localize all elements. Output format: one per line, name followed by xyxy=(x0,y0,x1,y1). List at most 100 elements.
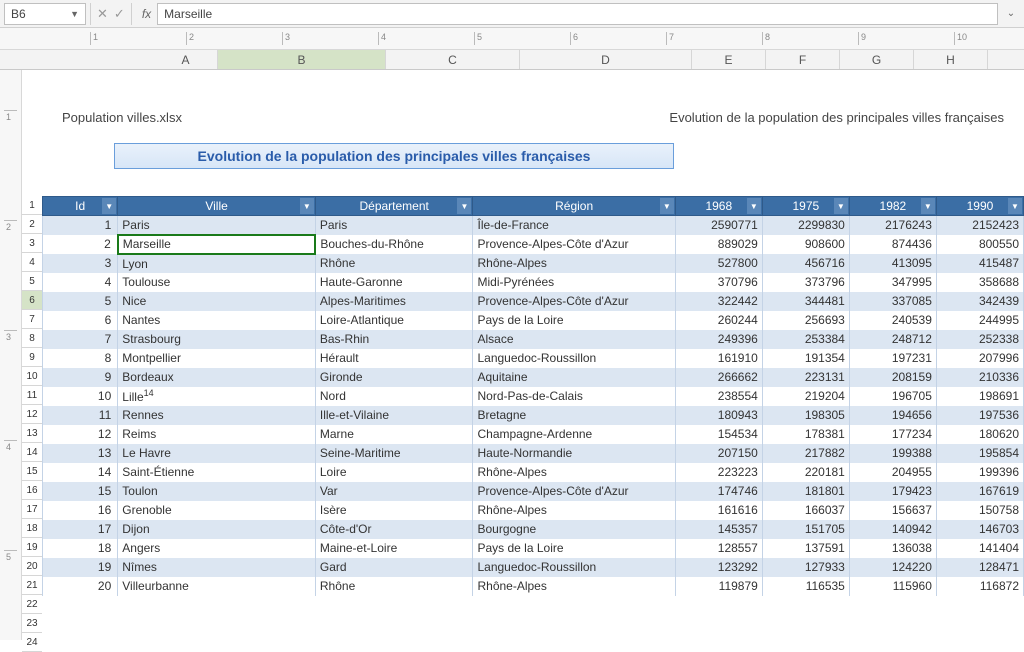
row-header[interactable]: 20 xyxy=(22,557,42,576)
table-cell[interactable]: 370796 xyxy=(675,273,762,292)
chevron-down-icon[interactable]: ▼ xyxy=(70,9,79,19)
table-cell[interactable]: 244995 xyxy=(936,311,1023,330)
table-cell[interactable]: Paris xyxy=(118,216,316,235)
column-header[interactable]: E xyxy=(692,50,766,69)
table-cell[interactable]: 217882 xyxy=(762,444,849,463)
table-cell[interactable]: 194656 xyxy=(849,406,936,425)
table-cell[interactable]: 191354 xyxy=(762,349,849,368)
row-header[interactable]: 5 xyxy=(22,272,42,291)
table-cell[interactable]: Bas-Rhin xyxy=(315,330,473,349)
expand-formula-icon[interactable]: ⌄ xyxy=(1002,8,1020,19)
table-cell[interactable]: 889029 xyxy=(675,235,762,254)
table-cell[interactable]: 19 xyxy=(43,558,118,577)
filter-dropdown-icon[interactable]: ▼ xyxy=(660,198,674,214)
table-cell[interactable]: 128557 xyxy=(675,539,762,558)
column-header[interactable]: D xyxy=(520,50,692,69)
column-header[interactable]: B xyxy=(218,50,386,69)
table-cell[interactable]: 266662 xyxy=(675,368,762,387)
table-cell[interactable]: 2299830 xyxy=(762,216,849,235)
table-cell[interactable]: Gard xyxy=(315,558,473,577)
table-cell[interactable]: Nord-Pas-de-Calais xyxy=(473,387,675,406)
table-cell[interactable]: 124220 xyxy=(849,558,936,577)
table-cell[interactable]: Gironde xyxy=(315,368,473,387)
table-cell[interactable]: Grenoble xyxy=(118,501,316,520)
table-cell[interactable]: 161616 xyxy=(675,501,762,520)
table-cell[interactable]: 199396 xyxy=(936,463,1023,482)
table-cell[interactable]: 141404 xyxy=(936,539,1023,558)
table-cell[interactable]: Aquitaine xyxy=(473,368,675,387)
column-header[interactable]: F xyxy=(766,50,840,69)
table-cell[interactable]: Provence-Alpes-Côte d'Azur xyxy=(473,292,675,311)
table-cell[interactable]: Rhône xyxy=(315,577,473,596)
table-cell[interactable]: 248712 xyxy=(849,330,936,349)
table-cell[interactable]: Nîmes xyxy=(118,558,316,577)
table-cell[interactable]: 207150 xyxy=(675,444,762,463)
table-cell[interactable]: 150758 xyxy=(936,501,1023,520)
table-cell[interactable]: Hérault xyxy=(315,349,473,368)
table-cell[interactable]: Dijon xyxy=(118,520,316,539)
table-cell[interactable]: 119879 xyxy=(675,577,762,596)
table-cell[interactable]: 11 xyxy=(43,406,118,425)
row-header[interactable]: 7 xyxy=(22,310,42,329)
table-cell[interactable]: 210336 xyxy=(936,368,1023,387)
filter-dropdown-icon[interactable]: ▼ xyxy=(747,198,761,214)
table-row[interactable]: 13Le HavreSeine-MaritimeHaute-Normandie2… xyxy=(43,444,1024,463)
table-cell[interactable]: 181801 xyxy=(762,482,849,501)
table-cell[interactable]: 874436 xyxy=(849,235,936,254)
table-cell[interactable]: Le Havre xyxy=(118,444,316,463)
row-header[interactable]: 18 xyxy=(22,519,42,538)
column-header[interactable]: H xyxy=(914,50,988,69)
table-cell[interactable]: 20 xyxy=(43,577,118,596)
table-cell[interactable]: 342439 xyxy=(936,292,1023,311)
table-cell[interactable]: 253384 xyxy=(762,330,849,349)
table-cell[interactable]: Angers xyxy=(118,539,316,558)
table-row[interactable]: 19NîmesGardLanguedoc-Roussillon123292127… xyxy=(43,558,1024,577)
filter-dropdown-icon[interactable]: ▼ xyxy=(102,198,116,214)
table-row[interactable]: 4ToulouseHaute-GaronneMidi-Pyrénées37079… xyxy=(43,273,1024,292)
table-cell[interactable]: 14 xyxy=(43,463,118,482)
table-cell[interactable]: 167619 xyxy=(936,482,1023,501)
row-header[interactable]: 17 xyxy=(22,500,42,519)
table-cell[interactable]: 145357 xyxy=(675,520,762,539)
table-cell[interactable]: Reims xyxy=(118,425,316,444)
row-header[interactable]: 14 xyxy=(22,443,42,462)
table-cell[interactable]: 154534 xyxy=(675,425,762,444)
table-cell[interactable]: 174746 xyxy=(675,482,762,501)
table-cell[interactable]: 128471 xyxy=(936,558,1023,577)
table-row[interactable]: 8MontpellierHéraultLanguedoc-Roussillon1… xyxy=(43,349,1024,368)
row-header[interactable]: 1 xyxy=(22,196,42,215)
table-cell[interactable]: Rennes xyxy=(118,406,316,425)
table-cell[interactable]: 8 xyxy=(43,349,118,368)
table-cell[interactable]: Nord xyxy=(315,387,473,406)
table-cell[interactable]: Île-de-France xyxy=(473,216,675,235)
table-cell[interactable]: 337085 xyxy=(849,292,936,311)
table-cell[interactable]: Var xyxy=(315,482,473,501)
table-cell[interactable]: 238554 xyxy=(675,387,762,406)
table-cell[interactable]: 2590771 xyxy=(675,216,762,235)
table-cell[interactable]: 18 xyxy=(43,539,118,558)
table-column-header[interactable]: Id▼ xyxy=(43,197,118,216)
table-cell[interactable]: 136038 xyxy=(849,539,936,558)
table-cell[interactable]: 166037 xyxy=(762,501,849,520)
table-column-header[interactable]: Ville▼ xyxy=(118,197,316,216)
table-cell[interactable]: Seine-Maritime xyxy=(315,444,473,463)
table-cell[interactable]: Pays de la Loire xyxy=(473,311,675,330)
table-column-header[interactable]: 1975▼ xyxy=(762,197,849,216)
formula-bar[interactable]: Marseille xyxy=(157,3,998,25)
table-cell[interactable]: 908600 xyxy=(762,235,849,254)
table-row[interactable]: 16GrenobleIsèreRhône-Alpes16161616603715… xyxy=(43,501,1024,520)
table-cell[interactable]: 373796 xyxy=(762,273,849,292)
table-cell[interactable]: Bordeaux xyxy=(118,368,316,387)
table-cell[interactable]: Languedoc-Roussillon xyxy=(473,558,675,577)
table-cell[interactable]: Rhône xyxy=(315,254,473,273)
table-cell[interactable]: Alsace xyxy=(473,330,675,349)
table-cell[interactable]: 6 xyxy=(43,311,118,330)
row-header[interactable]: 24 xyxy=(22,633,42,652)
table-cell[interactable]: 197536 xyxy=(936,406,1023,425)
column-header[interactable]: C xyxy=(386,50,520,69)
table-cell[interactable]: 177234 xyxy=(849,425,936,444)
table-row[interactable]: 20VilleurbanneRhôneRhône-Alpes1198791165… xyxy=(43,577,1024,596)
row-header[interactable]: 6 xyxy=(22,291,42,310)
table-cell[interactable]: 146703 xyxy=(936,520,1023,539)
table-row[interactable]: 9BordeauxGirondeAquitaine266662223131208… xyxy=(43,368,1024,387)
